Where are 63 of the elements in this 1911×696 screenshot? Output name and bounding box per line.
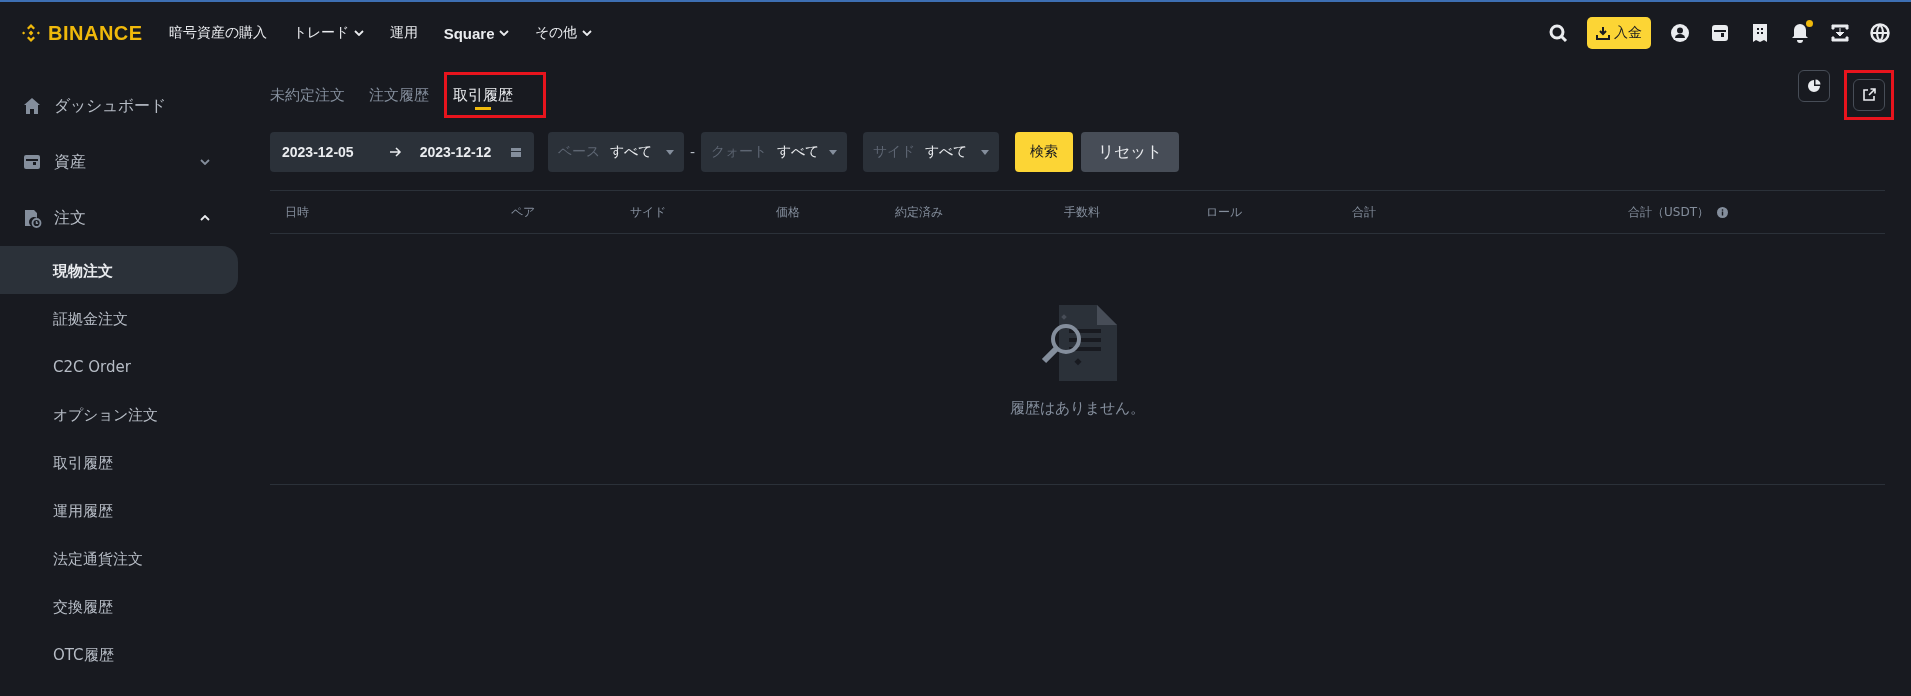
arrow-icon — [389, 147, 402, 157]
user-icon[interactable] — [1669, 22, 1691, 44]
sidebar-subitem[interactable]: 運用履歴 — [0, 486, 238, 534]
tab[interactable]: 注文履歴 — [369, 78, 429, 112]
chevron-icon — [200, 215, 210, 221]
chevron-icon — [353, 30, 364, 36]
nav-menu-item[interactable]: その他 — [535, 24, 593, 42]
dropdown-caret-icon — [829, 149, 838, 155]
search-icon[interactable] — [1547, 22, 1569, 44]
column-header: 手数料 — [1063, 203, 1101, 221]
chevron-icon — [582, 30, 593, 36]
search-button[interactable]: 検索 — [1015, 132, 1074, 172]
sidebar-item[interactable]: 注文 — [0, 190, 238, 246]
diamond-logo-icon — [20, 22, 42, 44]
pie-chart-icon — [1807, 79, 1821, 93]
chevron-icon — [200, 159, 210, 165]
sidebar-subitem[interactable]: 交換履歴 — [0, 582, 238, 630]
globe-icon[interactable] — [1869, 22, 1891, 44]
column-header: 価格 — [775, 203, 801, 221]
date-range-field[interactable]: 2023-12-05 2023-12-12 — [270, 132, 534, 172]
column-header: サイド — [629, 203, 667, 221]
info-icon[interactable] — [1717, 206, 1728, 218]
home-icon — [22, 96, 42, 116]
pair-separator: - — [690, 144, 696, 160]
sidebar-subitem[interactable]: C2C Order — [0, 342, 238, 390]
column-header: 日時 — [284, 203, 310, 221]
sidebar-subitem[interactable]: OTC履歴 — [0, 630, 238, 678]
dropdown-caret-icon — [666, 149, 674, 155]
wallet-icon — [22, 152, 42, 172]
reset-button[interactable]: リセット — [1081, 132, 1180, 172]
nav-menu-item[interactable]: 暗号資産の購入 — [168, 24, 267, 42]
tab[interactable]: 取引履歴 — [453, 78, 513, 112]
sidebar-subitem[interactable]: 現物注文 — [0, 246, 238, 294]
download-app-icon[interactable] — [1829, 22, 1851, 44]
column-header: 合計 — [1351, 203, 1377, 221]
wallet-icon[interactable] — [1709, 22, 1731, 44]
column-header: 約定済み — [894, 203, 944, 221]
download-icon — [1596, 26, 1610, 40]
calendar-icon[interactable] — [510, 146, 522, 158]
column-header: 合計（USDT） — [1613, 203, 1885, 221]
nav-menu-item[interactable]: Square — [443, 24, 510, 42]
export-button[interactable] — [1853, 79, 1885, 111]
document-clock-icon — [22, 208, 42, 228]
deposit-button[interactable]: 入金 — [1587, 17, 1651, 49]
pie-chart-button[interactable] — [1798, 70, 1830, 102]
sidebar-item[interactable]: ダッシュボード — [0, 78, 238, 134]
filter-dropdown[interactable]: サイド すべて — [863, 132, 1000, 172]
binance-logo[interactable]: BINANCE — [20, 21, 143, 45]
tab[interactable]: 未約定注文 — [270, 78, 345, 112]
column-header: ロール — [1205, 203, 1243, 221]
nav-menu-item[interactable]: 運用 — [389, 24, 418, 42]
empty-state-message: 履歴はありません。 — [1010, 398, 1145, 418]
sidebar-item[interactable]: 資産 — [0, 134, 238, 190]
export-icon — [1862, 88, 1876, 102]
chevron-icon — [499, 30, 510, 36]
column-header: ペア — [510, 203, 536, 221]
dropdown-caret-icon — [981, 149, 990, 155]
sidebar-subitem[interactable]: 法定通貨注文 — [0, 534, 238, 582]
filter-dropdown[interactable]: ベース すべて — [548, 132, 684, 172]
sidebar-subitem[interactable]: 取引履歴 — [0, 438, 238, 486]
nav-menu-item[interactable]: トレード — [292, 24, 364, 42]
sidebar-subitem[interactable]: オプション注文 — [0, 390, 238, 438]
sidebar-subitem[interactable]: 証拠金注文 — [0, 294, 238, 342]
